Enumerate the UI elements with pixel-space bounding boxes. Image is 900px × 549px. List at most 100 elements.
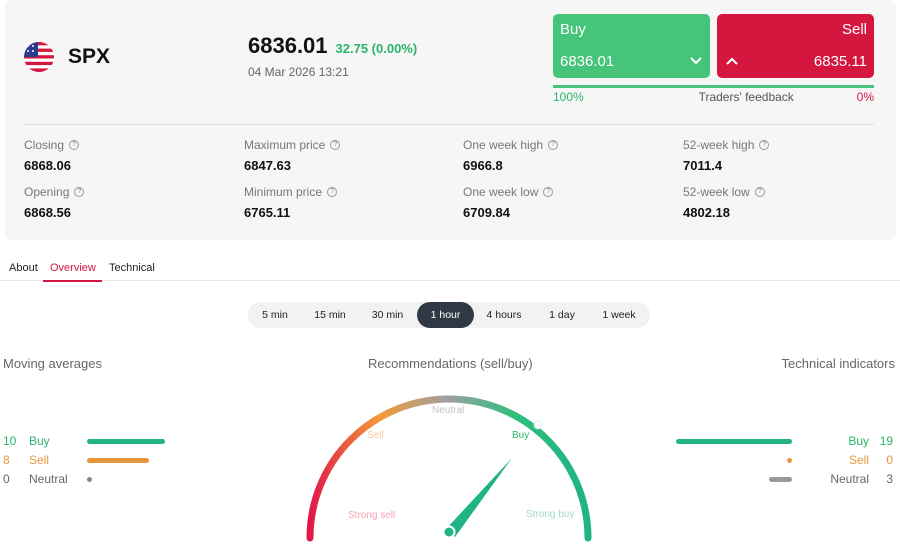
stat-one-week-low: One week low? 6709.84 [463, 185, 663, 220]
instrument-symbol: SPX [68, 45, 111, 68]
ma-neutral-count: 0 [3, 472, 10, 486]
ti-row-sell: Sell 0 [787, 453, 893, 467]
help-icon[interactable]: ? [548, 140, 559, 150]
timeframe-1-day[interactable]: 1 day [534, 302, 590, 328]
stat-value: 7011.4 [683, 158, 723, 173]
stat-52-week-low: 52-week low? 4802.18 [683, 185, 883, 220]
stat-label: 52-week high [683, 138, 755, 152]
price-change: 32.75 (0.00%) [335, 41, 418, 56]
stat-label: Minimum price [244, 185, 323, 199]
stat-opening: Opening? 6868.56 [24, 185, 224, 220]
ti-sell-count: 0 [886, 453, 893, 467]
timeframe-1-hour[interactable]: 1 hour [417, 302, 474, 328]
technical-indicators-title: Technical indicators [781, 356, 895, 371]
ma-neutral-label: Neutral [29, 472, 68, 486]
timeframe-15-min[interactable]: 15 min [302, 302, 358, 328]
current-price: 6836.01 [248, 33, 328, 58]
ma-row-neutral: 0 Neutral [3, 472, 92, 486]
tab-bar: About Overview Technical [0, 258, 900, 282]
stat-value: 6847.63 [244, 158, 291, 173]
recommendation-gauge: Strong sell Sell Neutral Buy Strong buy [306, 395, 592, 542]
ti-neutral-bar [769, 476, 792, 482]
timeframe-selector: 5 min 15 min 30 min 1 hour 4 hours 1 day… [248, 302, 650, 328]
help-icon[interactable]: ? [74, 187, 85, 197]
stat-value: 4802.18 [683, 205, 730, 220]
gauge-label-neutral: Neutral [432, 405, 464, 416]
stat-one-week-high: One week high? 6966.8 [463, 138, 663, 173]
stat-value: 6868.56 [24, 205, 71, 220]
buy-price: 6836.01 [560, 53, 615, 70]
stat-label: Maximum price [244, 138, 326, 152]
stat-minimum-price: Minimum price? 6765.11 [244, 185, 444, 220]
ma-sell-label: Sell [29, 453, 50, 467]
help-icon[interactable]: ? [327, 187, 338, 197]
help-icon[interactable]: ? [759, 140, 770, 150]
stat-value: 6765.11 [244, 205, 291, 220]
divider [24, 124, 874, 125]
traders-feedback-bar [553, 85, 874, 88]
stat-value: 6709.84 [463, 205, 510, 220]
ti-neutral-label: Neutral [830, 472, 869, 486]
ma-row-buy: 10 Buy [3, 434, 165, 448]
gauge-label-strong-sell: Strong sell [348, 510, 395, 521]
gauge-label-buy: Buy [512, 430, 529, 441]
stat-52-week-high: 52-week high? 7011.4 [683, 138, 883, 173]
sell-label: Sell [841, 21, 867, 38]
ti-row-neutral: Neutral 3 [769, 472, 893, 486]
moving-averages-title: Moving averages [3, 356, 102, 371]
gauge-marker [533, 420, 543, 430]
ma-neutral-dot [87, 476, 92, 482]
stat-maximum-price: Maximum price? 6847.63 [244, 138, 444, 173]
ti-sell-label: Sell [848, 453, 869, 467]
stat-label: 52-week low [683, 185, 750, 199]
ti-buy-count: 19 [879, 434, 893, 448]
feedback-sell-percent: 0% [856, 90, 874, 104]
sell-price: 6835.11 [813, 53, 867, 70]
help-icon[interactable]: ? [330, 140, 341, 150]
help-icon[interactable]: ? [543, 187, 554, 197]
stat-value: 6966.8 [463, 158, 503, 173]
help-icon[interactable]: ? [754, 187, 765, 197]
stat-label: Closing [24, 138, 65, 152]
sell-button[interactable]: Sell 6835.11 [717, 14, 874, 78]
gauge-label-sell: Sell [367, 430, 384, 441]
tab-about[interactable]: About [9, 262, 38, 280]
buy-label: Buy [560, 21, 586, 38]
price-timestamp: 04 Mar 2026 13:21 [248, 65, 349, 79]
stat-closing: Closing? 6868.06 [24, 138, 224, 173]
feedback-label: Traders' feedback [698, 90, 794, 104]
stat-label: One week high [463, 138, 544, 152]
timeframe-5-min[interactable]: 5 min [248, 302, 302, 328]
chevron-down-icon [689, 53, 703, 69]
ma-row-sell: 8 Sell [3, 453, 149, 467]
gauge-label-strong-buy: Strong buy [526, 509, 574, 520]
tab-technical[interactable]: Technical [109, 262, 155, 280]
ti-sell-dot [787, 457, 792, 463]
traders-feedback: 100% Traders' feedback 0% [553, 90, 874, 104]
ma-buy-bar [87, 438, 165, 444]
help-icon[interactable]: ? [69, 140, 80, 150]
buy-button[interactable]: Buy 6836.01 [553, 14, 710, 78]
ti-buy-label: Buy [848, 434, 869, 448]
gauge-needle [445, 458, 512, 537]
ma-buy-label: Buy [29, 434, 50, 448]
timeframe-30-min[interactable]: 30 min [358, 302, 417, 328]
instrument-header: SPX [24, 42, 110, 72]
stat-value: 6868.06 [24, 158, 71, 173]
timeframe-1-week[interactable]: 1 week [590, 302, 648, 328]
recommendations-title: Recommendations (sell/buy) [368, 356, 533, 371]
ti-neutral-count: 3 [886, 472, 893, 486]
stat-label: Opening [24, 185, 70, 199]
tab-overview[interactable]: Overview [43, 262, 102, 282]
ma-sell-count: 8 [3, 453, 10, 467]
timeframe-4-hours[interactable]: 4 hours [474, 302, 534, 328]
ti-row-buy: Buy 19 [676, 434, 893, 448]
chevron-up-icon [725, 53, 739, 69]
ma-buy-count: 10 [3, 434, 17, 448]
feedback-buy-percent: 100% [553, 90, 584, 104]
stat-label: One week low [463, 185, 539, 199]
ti-buy-bar [676, 438, 792, 444]
ma-sell-bar [87, 457, 149, 463]
price-block: 6836.01 32.75 (0.00%) 04 Mar 2026 13:21 [248, 33, 417, 79]
gauge-needle-hub [442, 525, 456, 539]
